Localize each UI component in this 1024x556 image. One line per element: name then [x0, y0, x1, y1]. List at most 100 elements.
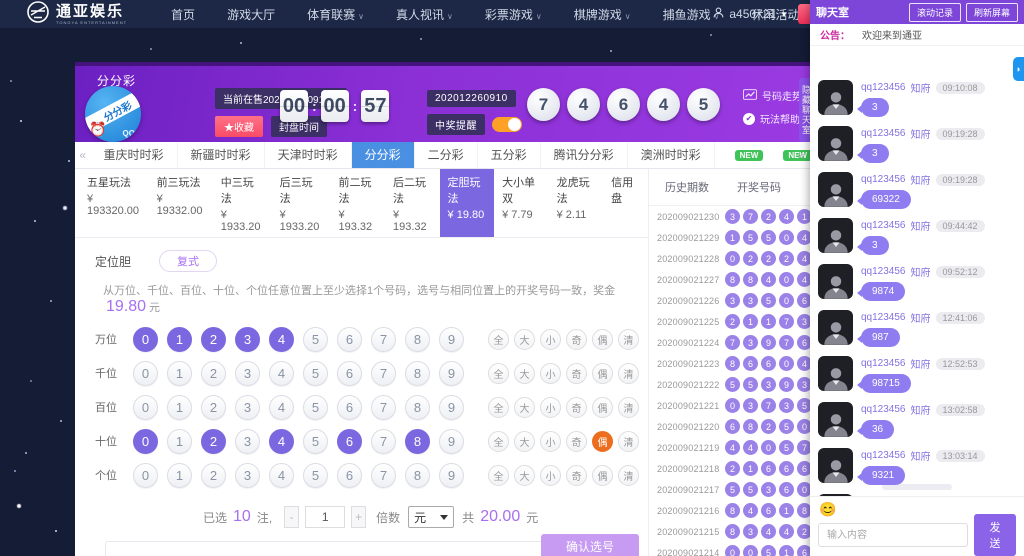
number-ball[interactable]: 7 [371, 462, 396, 488]
quick-button[interactable]: 全 [488, 464, 509, 486]
quick-button[interactable]: 大 [514, 430, 535, 452]
play-tab[interactable]: 五星玩法 ¥ 193320.00 [79, 169, 149, 237]
nav-item[interactable]: 彩票游戏 ∨ [469, 6, 558, 23]
chat-input[interactable] [818, 523, 968, 547]
number-ball[interactable]: 3 [235, 326, 260, 352]
number-ball[interactable]: 6 [337, 462, 362, 488]
number-ball[interactable]: 1 [167, 360, 192, 386]
lottery-tab[interactable]: 新疆时时彩 [178, 142, 265, 168]
nav-item[interactable]: 游戏大厅 [211, 6, 291, 23]
number-trend-link[interactable]: 号码走势 [743, 88, 802, 103]
number-ball[interactable]: 0 [133, 360, 158, 386]
number-ball[interactable]: 8 [405, 428, 430, 454]
number-ball[interactable]: 9 [439, 462, 464, 488]
number-ball[interactable]: 7 [371, 360, 396, 386]
play-tab[interactable]: 前二玩法 ¥ 193.32 [330, 169, 385, 237]
number-ball[interactable]: 3 [235, 462, 260, 488]
quick-button[interactable]: 清 [618, 430, 639, 452]
number-ball[interactable]: 0 [133, 428, 158, 454]
number-ball[interactable]: 2 [201, 326, 226, 352]
quick-button[interactable]: 小 [540, 328, 561, 350]
number-ball[interactable]: 8 [405, 326, 430, 352]
number-ball[interactable]: 0 [133, 326, 158, 352]
play-help-link[interactable]: ✔ 玩法帮助 [743, 111, 802, 126]
lottery-tab[interactable]: 二分彩 [415, 142, 478, 168]
quick-button[interactable]: 大 [514, 396, 535, 418]
number-ball[interactable]: 7 [371, 394, 396, 420]
number-ball[interactable]: 8 [405, 462, 430, 488]
number-ball[interactable]: 8 [405, 360, 430, 386]
nav-item[interactable]: 棋牌游戏 ∨ [558, 6, 647, 23]
number-ball[interactable]: 3 [235, 394, 260, 420]
number-ball[interactable]: 2 [201, 394, 226, 420]
play-tab[interactable]: 后二玩法 ¥ 193.32 [385, 169, 440, 237]
quick-button[interactable]: 偶 [592, 464, 613, 486]
number-ball[interactable]: 3 [235, 428, 260, 454]
quick-button[interactable]: 全 [488, 328, 509, 350]
number-ball[interactable]: 5 [303, 462, 328, 488]
number-ball[interactable]: 2 [201, 462, 226, 488]
compound-mode-button[interactable]: 复式 [159, 250, 218, 272]
lottery-tab[interactable]: 天津时时彩 [265, 142, 352, 168]
number-ball[interactable]: 0 [133, 462, 158, 488]
confirm-selection-button[interactable]: 确认选号 [541, 534, 639, 556]
lottery-tab[interactable]: 分分彩 [351, 142, 415, 168]
quick-button[interactable]: 奇 [566, 328, 587, 350]
number-ball[interactable]: 5 [303, 394, 328, 420]
nav-item[interactable]: 真人视讯 ∨ [380, 6, 469, 23]
quick-button[interactable]: 大 [514, 328, 535, 350]
number-ball[interactable]: 4 [269, 394, 294, 420]
quick-button[interactable]: 清 [618, 396, 639, 418]
quick-button[interactable]: 清 [618, 328, 639, 350]
number-ball[interactable]: 8 [405, 394, 430, 420]
number-ball[interactable]: 5 [303, 360, 328, 386]
quick-button[interactable]: 奇 [566, 464, 587, 486]
quick-button[interactable]: 大 [514, 362, 535, 384]
number-ball[interactable]: 6 [337, 428, 362, 454]
lottery-tab[interactable]: 重庆时时彩 [91, 142, 178, 168]
quick-button[interactable]: 小 [540, 362, 561, 384]
play-tab[interactable]: 中三玩法 ¥ 1933.20 [213, 169, 272, 237]
quick-button[interactable]: 小 [540, 464, 561, 486]
tabs-prev-arrow[interactable]: « [75, 142, 91, 168]
tabs-next-arrow[interactable]: » [790, 142, 812, 168]
user-menu[interactable]: a450721 ▼ [712, 0, 788, 28]
number-ball[interactable]: 9 [439, 428, 464, 454]
nav-item[interactable]: 体育联赛 ∨ [291, 6, 380, 23]
play-tab[interactable]: 信用盘 [603, 169, 648, 237]
quick-button[interactable]: 偶 [592, 396, 613, 418]
quick-button[interactable]: 全 [488, 430, 509, 452]
play-tab[interactable]: 定胆玩法 ¥ 19.80 [439, 169, 495, 237]
scroll-record-button[interactable]: 滚动记录 [908, 2, 961, 22]
customer-service-float-button[interactable]: ◗ [1013, 57, 1024, 81]
number-ball[interactable]: 4 [269, 428, 294, 454]
number-ball[interactable]: 1 [167, 326, 192, 352]
quick-button[interactable]: 清 [618, 464, 639, 486]
number-ball[interactable]: 1 [167, 428, 192, 454]
number-ball[interactable]: 4 [269, 326, 294, 352]
number-ball[interactable]: 7 [371, 326, 396, 352]
favorite-button[interactable]: ★收藏 [215, 116, 263, 137]
number-ball[interactable]: 1 [167, 394, 192, 420]
number-ball[interactable]: 6 [337, 326, 362, 352]
number-ball[interactable]: 9 [439, 326, 464, 352]
quick-button[interactable]: 奇 [566, 362, 587, 384]
number-ball[interactable]: 2 [201, 360, 226, 386]
lottery-tab[interactable]: 腾讯分分彩 [541, 142, 628, 168]
multiplier-minus-button[interactable]: - [284, 506, 300, 528]
logo[interactable]: 通亚娱乐 TONGYA ENTERTAINMENT [26, 0, 127, 29]
quick-button[interactable]: 小 [540, 430, 561, 452]
play-tab[interactable]: 后三玩法 ¥ 1933.20 [272, 169, 331, 237]
number-ball[interactable]: 2 [201, 428, 226, 454]
number-ball[interactable]: 3 [235, 360, 260, 386]
number-ball[interactable]: 5 [303, 326, 328, 352]
play-tab[interactable]: 前三玩法 ¥ 19332.00 [149, 169, 213, 237]
lottery-tab[interactable]: 五分彩 [478, 142, 541, 168]
win-alert-toggle[interactable] [492, 117, 522, 132]
quick-button[interactable]: 大 [514, 464, 535, 486]
lottery-tab[interactable]: 澳洲时时彩 [628, 142, 715, 168]
quick-button[interactable]: 偶 [592, 362, 613, 384]
quick-button[interactable]: 奇 [566, 430, 587, 452]
quick-button[interactable]: 全 [488, 362, 509, 384]
number-ball[interactable]: 1 [167, 462, 192, 488]
